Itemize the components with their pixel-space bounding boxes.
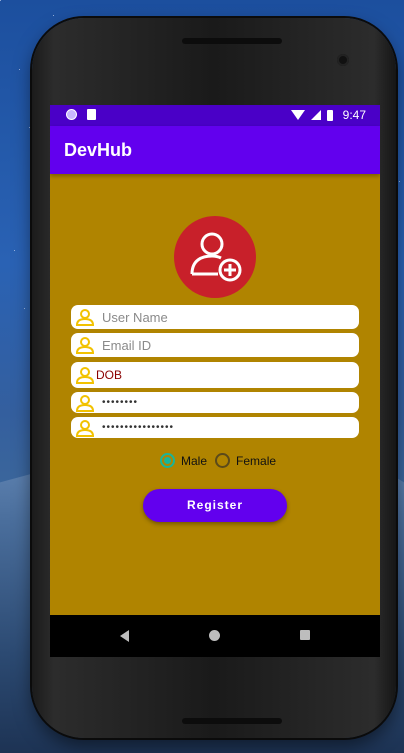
username-placeholder: User Name bbox=[102, 309, 168, 325]
battery-icon bbox=[326, 109, 333, 121]
confirm-password-value: •••••••••••••••• bbox=[102, 422, 175, 433]
app-bar: DevHub bbox=[50, 126, 380, 174]
sd-card-icon bbox=[87, 109, 96, 120]
male-radio[interactable] bbox=[160, 453, 175, 468]
app-screen: 9:47 DevHub User Name Email ID DOB •••••… bbox=[50, 105, 380, 657]
bottom-speaker bbox=[182, 718, 282, 724]
earpiece bbox=[182, 38, 282, 44]
male-label[interactable]: Male bbox=[181, 454, 207, 468]
password-field[interactable]: •••••••• bbox=[71, 392, 359, 413]
email-placeholder: Email ID bbox=[102, 337, 152, 353]
notification-dot-icon bbox=[66, 109, 77, 120]
person-outline-icon bbox=[75, 419, 95, 437]
dob-value: DOB bbox=[96, 368, 123, 382]
status-time: 9:47 bbox=[342, 108, 366, 122]
star bbox=[53, 15, 54, 16]
add-user-icon bbox=[190, 232, 242, 282]
email-field[interactable]: Email ID bbox=[71, 333, 359, 357]
gender-radio-group: Male Female bbox=[160, 453, 284, 468]
status-bar: 9:47 bbox=[50, 105, 380, 126]
star bbox=[399, 181, 400, 182]
password-value: •••••••• bbox=[102, 397, 139, 408]
female-radio[interactable] bbox=[215, 453, 231, 468]
star bbox=[0, 0, 1, 1]
recent-apps-icon[interactable] bbox=[300, 630, 310, 640]
person-outline-icon bbox=[75, 309, 95, 326]
wifi-icon bbox=[290, 110, 305, 120]
app-title: DevHub bbox=[64, 140, 133, 160]
dob-field[interactable]: DOB bbox=[71, 362, 359, 388]
star bbox=[19, 69, 20, 70]
star bbox=[24, 308, 25, 309]
register-button[interactable]: Register bbox=[143, 489, 287, 522]
username-field[interactable]: User Name bbox=[71, 305, 359, 329]
add-user-avatar[interactable] bbox=[174, 216, 256, 298]
person-outline-icon bbox=[75, 367, 95, 384]
person-outline-icon bbox=[75, 337, 95, 354]
front-camera bbox=[337, 54, 349, 66]
star bbox=[29, 127, 30, 128]
female-label[interactable]: Female bbox=[236, 454, 276, 468]
signal-icon bbox=[310, 110, 321, 120]
back-icon[interactable] bbox=[120, 630, 129, 642]
system-nav-bar bbox=[50, 615, 380, 657]
star bbox=[14, 250, 15, 251]
person-outline-icon bbox=[75, 394, 95, 412]
home-icon[interactable] bbox=[209, 630, 220, 641]
confirm-password-field[interactable]: •••••••••••••••• bbox=[71, 417, 359, 438]
